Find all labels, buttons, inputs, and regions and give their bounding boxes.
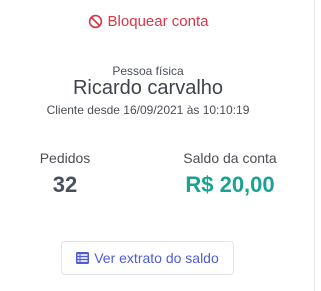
orders-label: Pedidos [39,150,91,166]
client-type-label: Pessoa física [112,64,184,78]
balance-stat: Saldo da conta R$ 20,00 [165,150,295,198]
list-icon [76,252,90,264]
client-name: Ricardo carvalho [72,77,224,99]
client-since-text: Cliente desde 16/09/2021 às 10:10:19 [46,103,250,117]
block-account-label: Bloquear conta [107,13,209,30]
orders-count: 32 [52,172,78,197]
orders-stat: Pedidos 32 [25,150,105,198]
panel-divider [314,0,315,291]
ban-icon [88,14,103,29]
balance-value: R$ 20,00 [185,172,275,197]
view-statement-label: Ver extrato do saldo [94,250,219,266]
balance-label: Saldo da conta [183,150,277,166]
view-statement-button[interactable]: Ver extrato do saldo [61,241,234,275]
block-account-link[interactable]: Bloquear conta [0,13,296,30]
client-summary-panel: Bloquear conta Pessoa física Ricardo car… [0,0,314,291]
